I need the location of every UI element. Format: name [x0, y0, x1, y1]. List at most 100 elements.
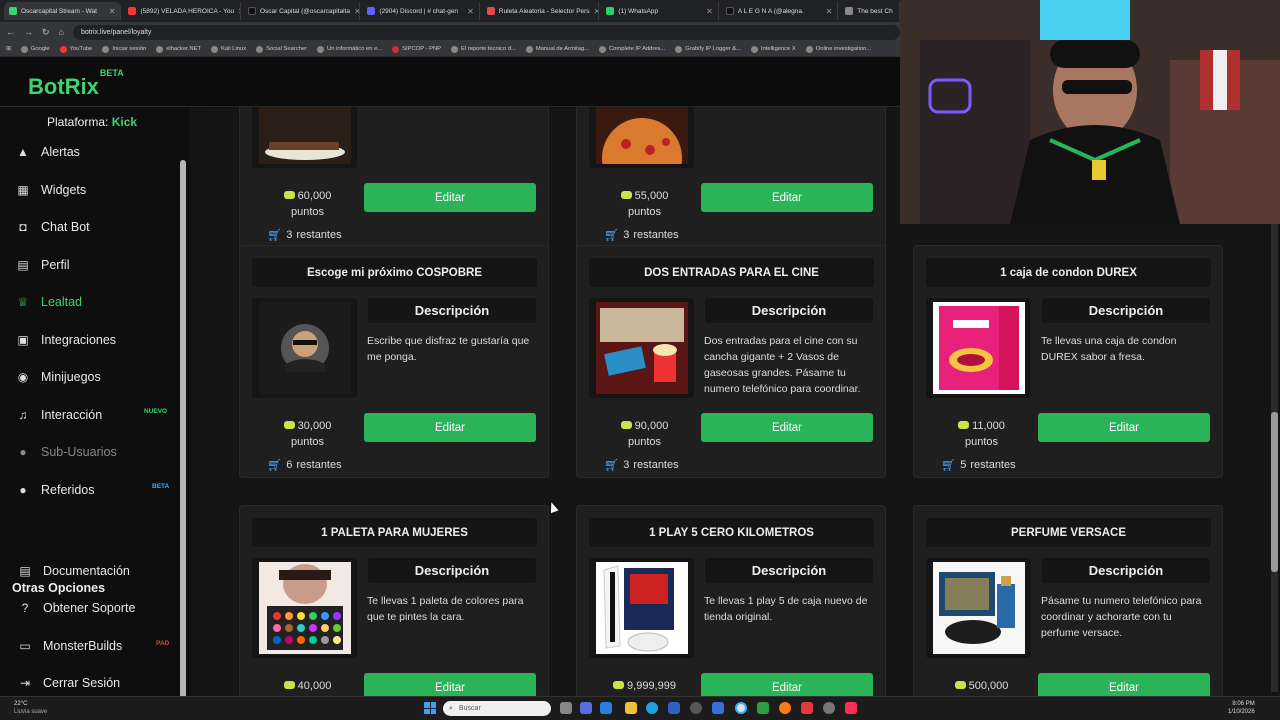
sidebar-item-soporte[interactable]: ? Obtener Soporte [17, 601, 136, 615]
scrollbar-thumb[interactable] [180, 160, 186, 720]
bookmark[interactable]: elhacker.NET [156, 45, 201, 53]
sidebar-item-chat-bot[interactable]: ◘ Chat Bot [15, 220, 89, 234]
logout-icon: ⇥ [19, 676, 31, 690]
sidebar-scrollbar[interactable] [180, 160, 186, 720]
taskbar-search-input[interactable]: ⌕ Buscar [443, 701, 551, 716]
bookmark[interactable]: Grabify IP Logger &... [675, 45, 741, 53]
page-scrollbar[interactable] [1271, 222, 1278, 692]
url-input[interactable]: botrix.live/panel/loyalty [72, 24, 900, 40]
edit-button[interactable]: Editar [364, 183, 536, 212]
obs-icon[interactable] [690, 702, 702, 714]
reward-remaining: 🛒︎ 3 restantes [267, 228, 342, 242]
windows-start-icon[interactable] [424, 702, 436, 714]
edit-button[interactable]: Editar [364, 413, 536, 442]
reward-description: Escribe que disfraz te gustaría que me p… [367, 335, 530, 363]
forward-icon[interactable]: → [24, 27, 33, 37]
coin-icon [620, 191, 632, 199]
browser-tab[interactable]: Oscarcapital Stream - Wat ✕ [4, 2, 122, 20]
sidebar-item-sub-usuarios[interactable]: ● Sub-Usuarios [15, 445, 116, 459]
teams-icon[interactable] [600, 702, 612, 714]
scrollbar-thumb[interactable] [1271, 412, 1278, 572]
browser-tab[interactable]: Ruleta Aleatoria - Selector Pers✕ [482, 2, 600, 20]
reward-card: PERFUME VERSACE Descripción Pásame tu nu… [913, 505, 1223, 696]
system-clock[interactable]: 8:06 PM 1/10/2026 [1228, 700, 1255, 716]
pad-badge: PAD [156, 640, 170, 647]
sidebar-item-widgets[interactable]: ▦ Widgets [15, 183, 86, 197]
weather-widget[interactable]: 22°C Lluvia suave [14, 700, 47, 716]
trophy-icon: ♕ [17, 295, 29, 309]
copilot-icon[interactable] [580, 702, 592, 714]
xbox-icon[interactable] [757, 702, 769, 714]
coin-icon [620, 421, 632, 429]
bookmark[interactable]: YouTube [59, 45, 92, 53]
bookmark[interactable]: El reporte técnico d... [451, 45, 516, 53]
sidebar-item-cerrar-sesion[interactable]: ⇥ Cerrar Sesión [17, 676, 120, 690]
sidebar-item-integraciones[interactable]: ▣ Integraciones [15, 333, 116, 347]
browser-tab[interactable]: (1) WhatsApp ✕ [601, 2, 719, 20]
browser-tab[interactable]: (5892) VELADA HEROICA - You✕ [123, 2, 241, 20]
reward-image [926, 298, 1031, 398]
bookmark[interactable]: Iniciar sesión [102, 45, 146, 53]
chrome-icon[interactable] [735, 702, 747, 714]
sidebar-item-monsterbuilds[interactable]: ▭ MonsterBuilds [17, 639, 122, 653]
robot-icon: ◘ [19, 220, 27, 234]
browser-tab[interactable]: Oscar Capital (@oscarcapitalta ✕ [243, 2, 361, 20]
address-bar: ← → ↻ ⌂ botrix.live/panel/loyalty [0, 22, 900, 42]
edit-button[interactable]: Editar [1038, 673, 1210, 696]
botrix-logo[interactable]: BotRixBETA [28, 68, 124, 100]
users-icon: ● [19, 445, 27, 459]
back-icon[interactable]: ← [6, 27, 15, 37]
close-icon[interactable]: ✕ [109, 7, 116, 16]
edit-button[interactable]: Editar [1038, 413, 1210, 442]
vscode-icon[interactable] [712, 702, 724, 714]
description-heading: Descripción [1042, 558, 1210, 583]
firefox-icon[interactable] [779, 702, 791, 714]
app-icon[interactable] [823, 702, 835, 714]
close-icon[interactable]: ✕ [238, 7, 240, 16]
sidebar-item-interaccion[interactable]: ♫ Interacción [15, 408, 103, 422]
bookmark[interactable]: Complete IP Addres... [598, 45, 665, 53]
reload-icon[interactable]: ↻ [42, 27, 50, 38]
reward-card: Escoge mi próximo COSPOBRE Descripción E… [239, 245, 549, 478]
description-heading: Descripción [368, 558, 536, 583]
close-icon[interactable]: ✕ [354, 7, 359, 16]
bookmark[interactable]: Kali Linux [210, 45, 246, 53]
edge-icon[interactable] [646, 702, 658, 714]
sidebar-item-minijuegos[interactable]: ◉ Minijuegos [15, 370, 101, 384]
description-heading: Descripción [705, 558, 873, 583]
sidebar-item-documentacion[interactable]: ▤ Documentación [17, 564, 130, 578]
home-icon[interactable]: ⌂ [59, 27, 64, 37]
bookmark[interactable]: Intelligence X [750, 45, 796, 53]
tiktok-app-icon[interactable] [845, 702, 857, 714]
sidebar-item-referidos[interactable]: ● Referidos [15, 483, 94, 497]
browser-tab[interactable]: A L E G N A (@alegna. ✕ [721, 2, 839, 20]
edit-button[interactable]: Editar [701, 673, 873, 696]
music-icon: ♫ [18, 408, 28, 422]
sidebar-item-alertas[interactable]: ▲ Alertas [15, 145, 80, 159]
edit-button[interactable]: Editar [701, 413, 873, 442]
reward-title: 1 caja de condon DUREX [926, 258, 1211, 287]
browser-tab[interactable]: (2904) Discord | # chat-gen ✕ [362, 2, 480, 20]
close-icon[interactable]: ✕ [706, 7, 713, 16]
sidebar-item-perfil[interactable]: ▤ Perfil [15, 258, 69, 272]
browser-tab[interactable]: The best Ch [840, 2, 901, 20]
app-icon[interactable] [801, 702, 813, 714]
close-icon[interactable]: ✕ [826, 7, 833, 16]
search-icon: ⌕ [449, 704, 453, 712]
edit-button[interactable]: Editar [701, 183, 873, 212]
task-view-icon[interactable] [560, 702, 572, 714]
bookmark[interactable]: Manual de Armitag... [525, 45, 589, 53]
sidebar-item-lealtad[interactable]: ♕ Lealtad [15, 295, 82, 309]
bookmark[interactable]: SIPCOP - PNP [392, 45, 441, 53]
file-explorer-icon[interactable] [625, 702, 637, 714]
apps-icon[interactable]: ⊞ [6, 46, 11, 52]
bookmark[interactable]: Un informático en e... [317, 45, 382, 53]
bookmark[interactable]: Online investigation... [805, 45, 871, 53]
outlook-icon[interactable] [668, 702, 680, 714]
close-icon[interactable]: ✕ [467, 7, 474, 16]
bookmark[interactable]: Google [20, 45, 50, 53]
close-icon[interactable]: ✕ [594, 7, 599, 16]
reward-image [589, 107, 694, 168]
edit-button[interactable]: Editar [364, 673, 536, 696]
bookmark[interactable]: Social Searcher [256, 45, 307, 53]
